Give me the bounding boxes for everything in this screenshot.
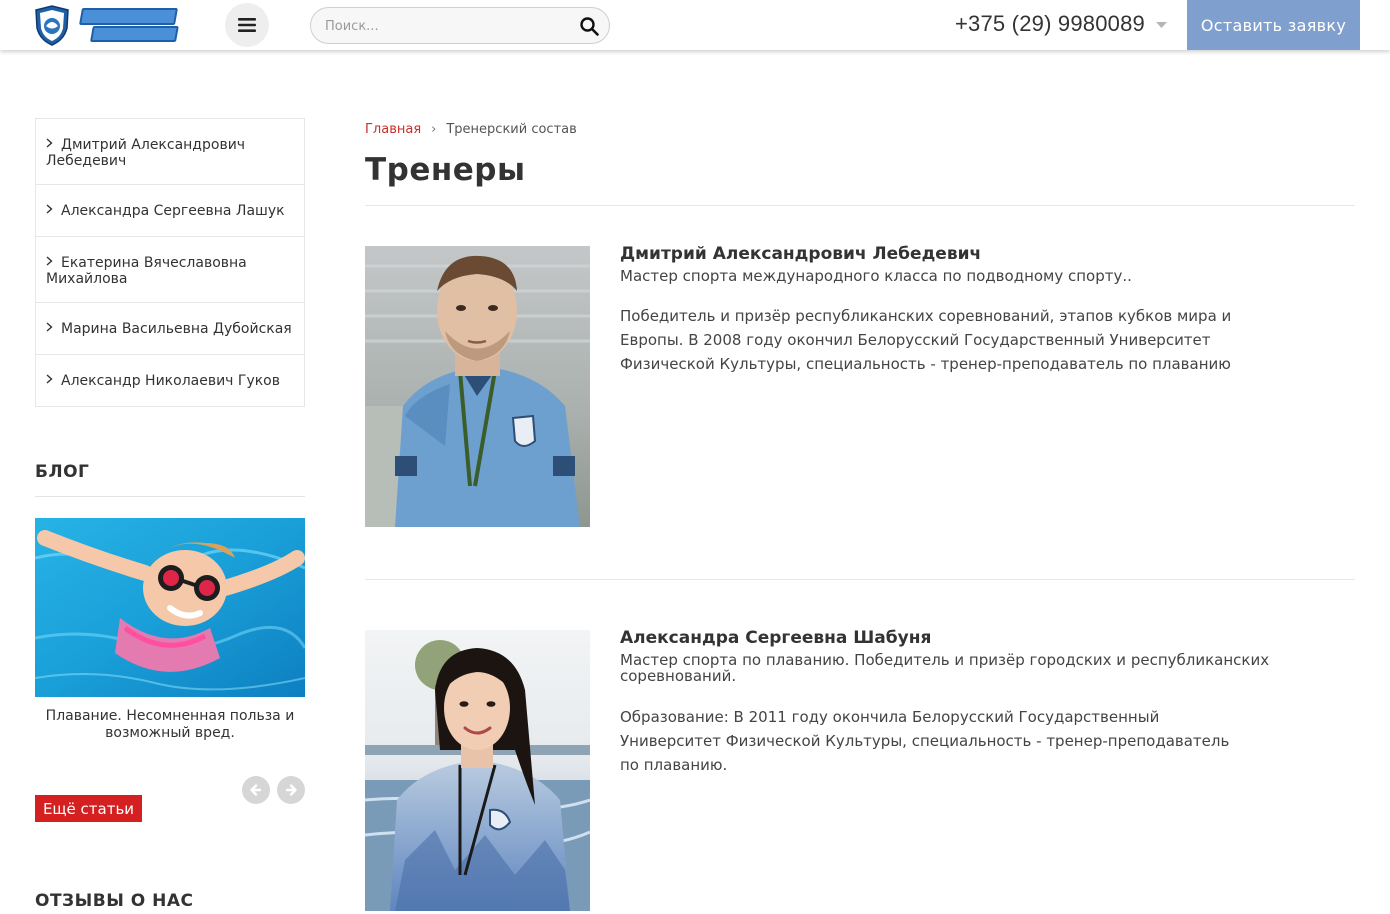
hamburger-icon	[238, 18, 256, 32]
hamburger-menu-button[interactable]	[225, 3, 269, 47]
coach-description: Образование: В 2011 году окончила Белору…	[620, 708, 1230, 774]
reviews-heading: ОТЗЫВЫ О НАС	[35, 891, 194, 911]
more-articles-button[interactable]: Ещё статьи	[35, 795, 142, 822]
request-button[interactable]: Оставить заявку	[1187, 0, 1360, 50]
search-icon[interactable]	[579, 16, 599, 36]
sidebar-item-label: Александр Николаевич Гуков	[61, 373, 280, 389]
coach-photo[interactable]	[365, 630, 590, 911]
coach-name[interactable]: Александра Сергеевна Шабуня	[620, 628, 931, 648]
arrow-right-icon	[285, 784, 297, 796]
coach-side-menu: Дмитрий Александрович Лебедевич Александ…	[35, 118, 305, 407]
swimmer-photo	[35, 518, 305, 697]
arrow-left-icon	[250, 784, 262, 796]
coach-name[interactable]: Дмитрий Александрович Лебедевич	[620, 244, 981, 264]
page-title: Тренеры	[365, 152, 526, 188]
chevron-right-icon	[46, 322, 53, 332]
chevron-right-icon	[46, 204, 53, 214]
chevron-right-icon	[46, 256, 53, 266]
sidebar-item-coach[interactable]: Александра Сергеевна Лашук	[36, 185, 304, 237]
sidebar-item-coach[interactable]: Дмитрий Александрович Лебедевич	[36, 119, 304, 185]
sidebar-item-coach[interactable]: Марина Васильевна Дубойская	[36, 303, 304, 355]
chevron-right-icon	[46, 138, 53, 148]
chevron-right-icon	[46, 374, 53, 384]
coach-title: Мастер спорта по плаванию. Победитель и …	[620, 651, 1270, 685]
coach-portrait-female	[365, 630, 590, 911]
breadcrumb-home-link[interactable]: Главная	[365, 122, 421, 137]
site-logo[interactable]	[34, 4, 184, 46]
divider	[365, 205, 1355, 206]
blog-post-image[interactable]	[35, 518, 305, 697]
carousel-prev-button[interactable]	[242, 776, 270, 804]
divider	[365, 579, 1355, 580]
sidebar-item-label: Екатерина Вячеславовна Михайлова	[46, 255, 247, 287]
logo-graphic	[35, 5, 179, 46]
search-box	[310, 7, 610, 44]
sidebar-item-label: Марина Васильевна Дубойская	[61, 321, 292, 337]
breadcrumb-current: Тренерский состав	[446, 122, 577, 137]
divider	[35, 496, 305, 497]
sidebar-item-label: Дмитрий Александрович Лебедевич	[46, 137, 246, 169]
blog-heading: БЛОГ	[35, 462, 90, 482]
phone-number[interactable]: +375 (29) 9980089	[955, 11, 1145, 37]
breadcrumb-separator-icon: ›	[431, 122, 437, 137]
site-header: +375 (29) 9980089 Оставить заявку	[0, 0, 1390, 50]
chevron-down-icon[interactable]	[1156, 21, 1167, 29]
breadcrumb: Главная › Тренерский состав	[365, 122, 577, 137]
coach-photo[interactable]	[365, 246, 590, 527]
carousel-next-button[interactable]	[277, 776, 305, 804]
coach-portrait-male	[365, 246, 590, 527]
sidebar-item-label: Александра Сергеевна Лашук	[61, 203, 285, 219]
sidebar-item-coach[interactable]: Александр Николаевич Гуков	[36, 355, 304, 406]
search-input[interactable]	[325, 16, 565, 36]
sidebar-item-coach[interactable]: Екатерина Вячеславовна Михайлова	[36, 237, 304, 303]
coach-description: Победитель и призёр республиканских соре…	[620, 307, 1232, 373]
coach-title: Мастер спорта международного класса по п…	[620, 267, 1132, 285]
blog-post-title[interactable]: Плавание. Несомненная польза и возможный…	[35, 708, 305, 742]
